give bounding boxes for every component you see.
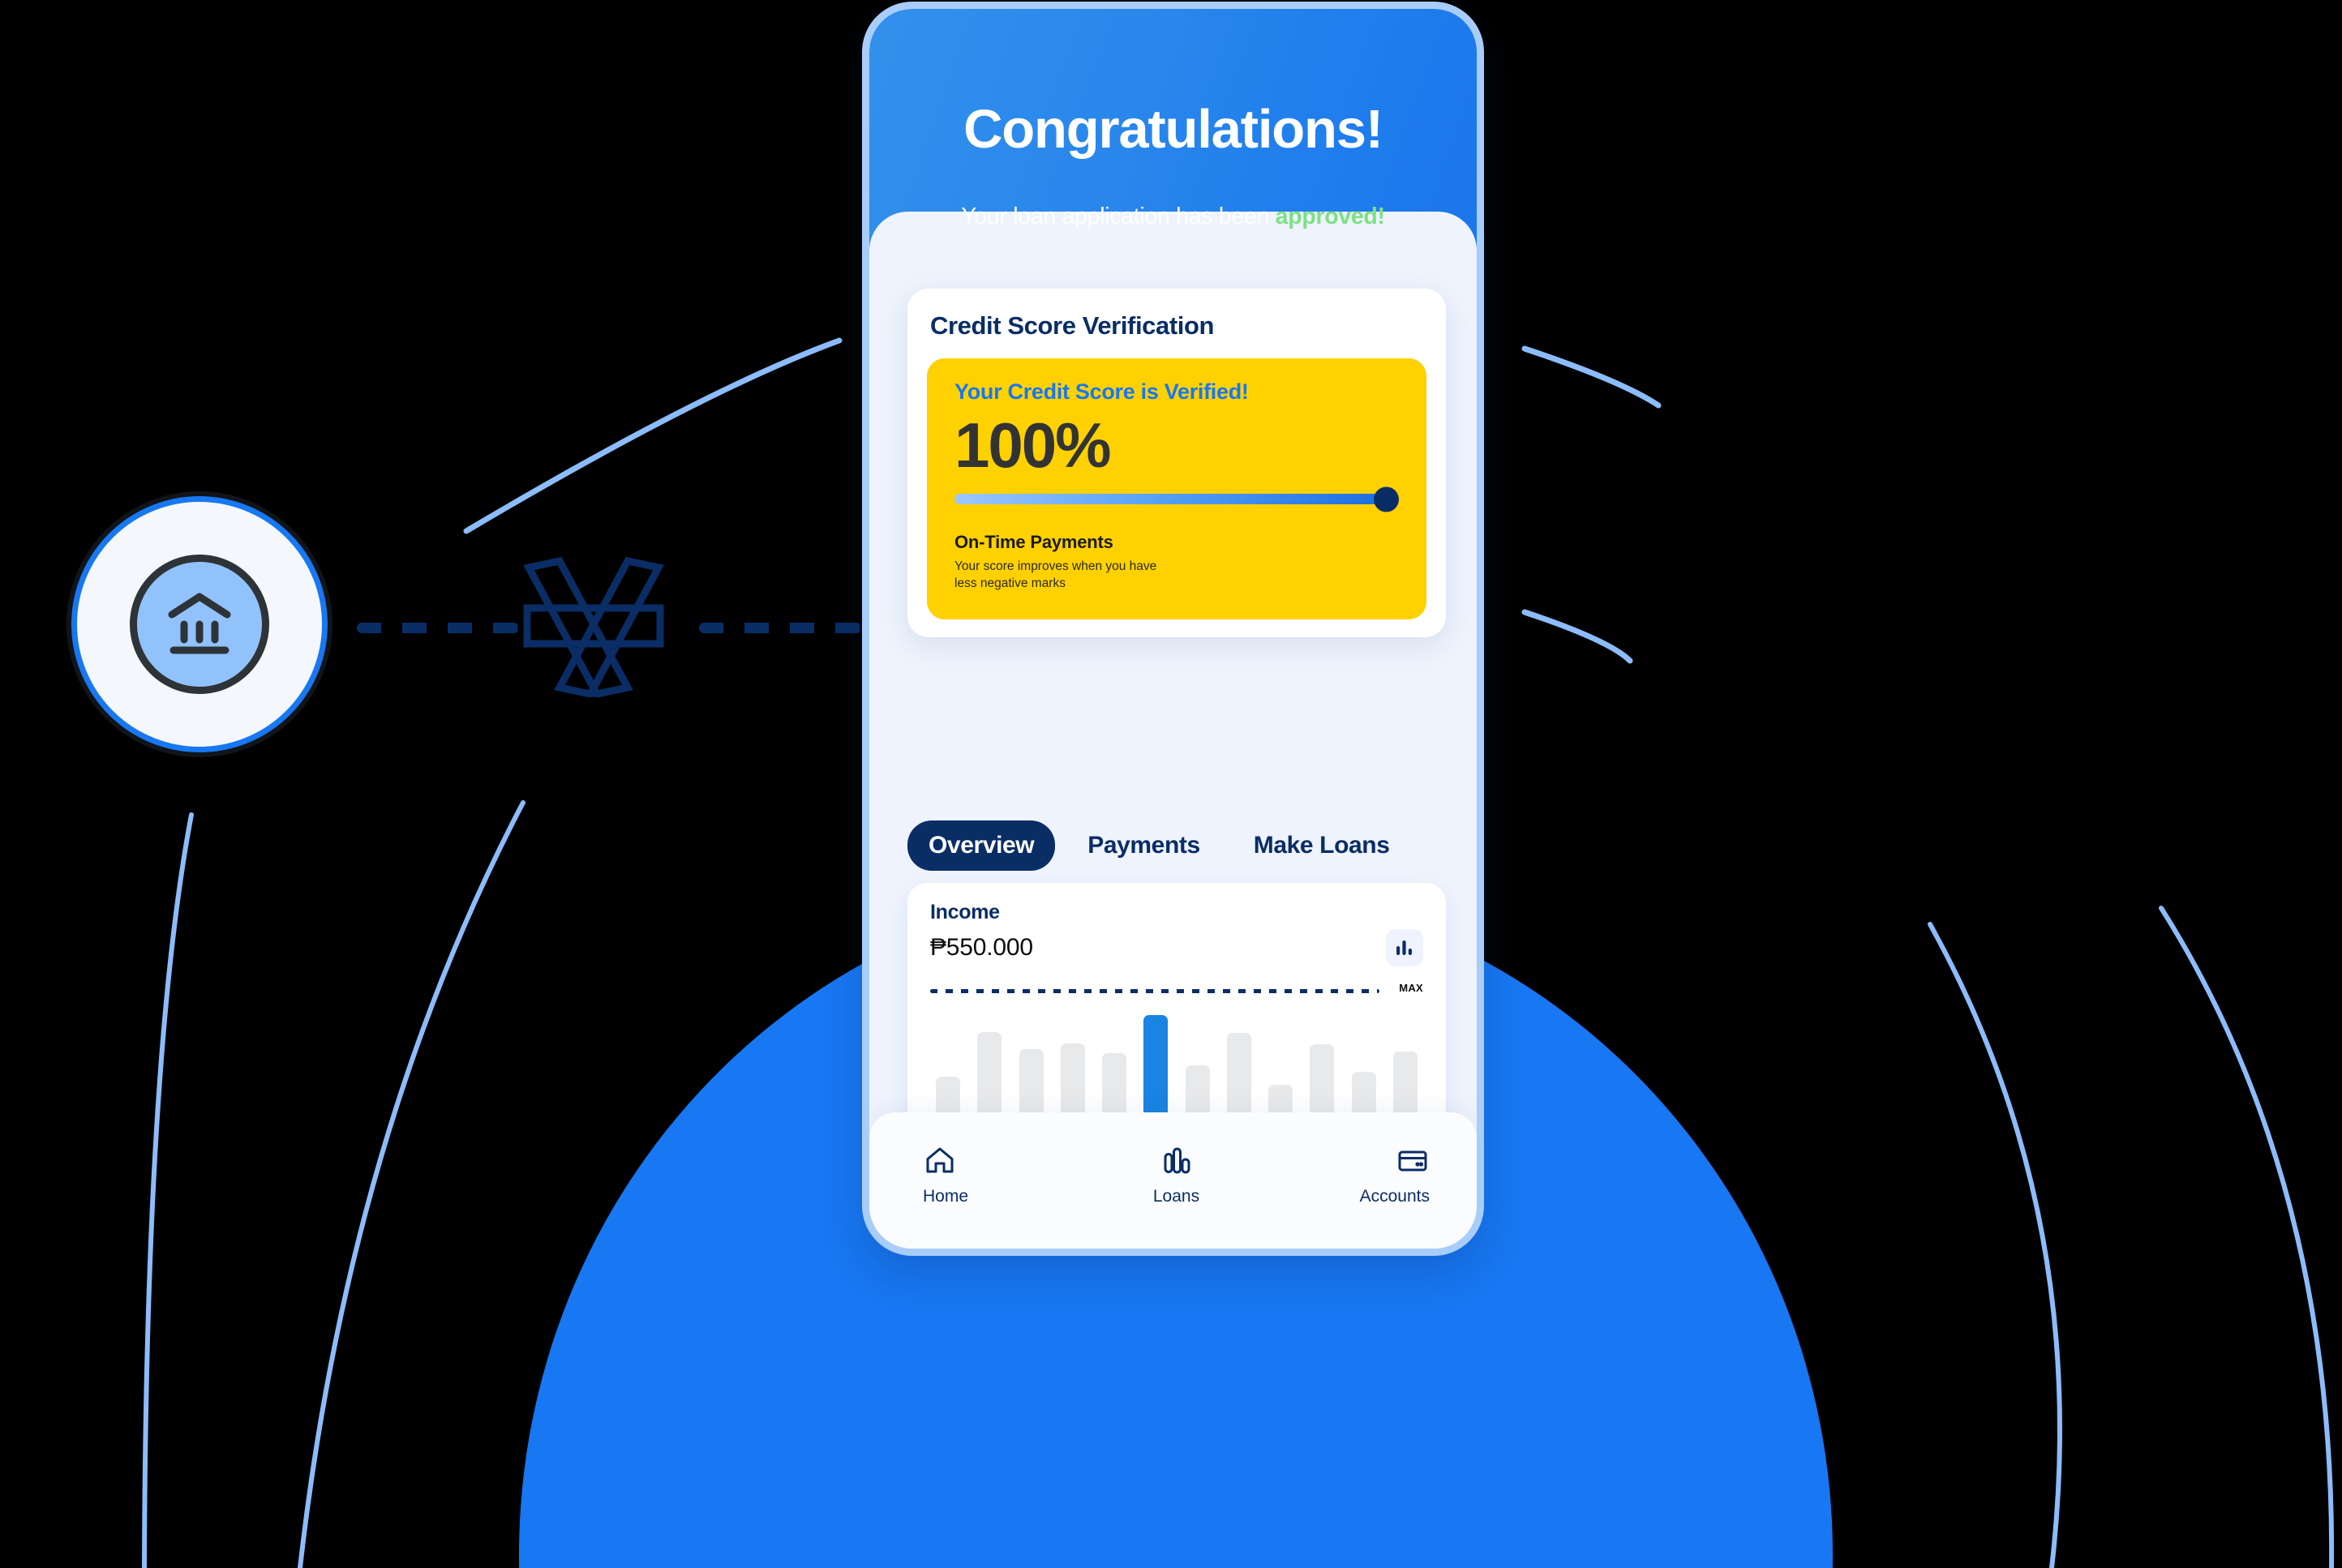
phone-frame: Congratulations! Your loan application h… <box>862 2 1484 1256</box>
bank-badge-inner <box>130 555 269 694</box>
chart-bar <box>1226 1033 1251 1116</box>
chart-bar <box>1310 1044 1335 1116</box>
phone-screen: Congratulations! Your loan application h… <box>869 9 1477 1249</box>
credit-score-slider-thumb[interactable] <box>1374 486 1399 512</box>
income-card: Income ₱550.000 MAX JanFebMarAprMa <box>907 883 1446 1150</box>
nav-label-accounts: Accounts <box>1359 1186 1430 1206</box>
chart-max-label: MAX <box>1399 982 1423 994</box>
asterisk-logo-icon <box>523 556 664 697</box>
bar-chart-icon <box>1396 940 1412 955</box>
chart-bar <box>1185 1065 1210 1116</box>
subtitle-approved-highlight: approved! <box>1275 203 1385 229</box>
page-subtitle: Your loan application has been approved! <box>869 203 1477 230</box>
credit-score-card: Credit Score Verification Your Credit Sc… <box>907 289 1446 638</box>
decor-arc-right-outer <box>2159 906 2335 1568</box>
chart-bar <box>1102 1053 1127 1116</box>
chart-bar <box>1392 1052 1418 1116</box>
income-chart-toggle-button[interactable] <box>1386 929 1423 966</box>
dashed-connector-line-left <box>357 623 519 633</box>
nav-item-accounts[interactable]: Accounts <box>1261 1144 1435 1206</box>
chart-bar <box>1060 1043 1085 1116</box>
subtitle-prefix: Your loan application has been <box>961 203 1276 229</box>
nav-label-home: Home <box>923 1186 969 1206</box>
decor-arc-mid-right <box>1521 609 1633 664</box>
credit-score-verified-text: Your Credit Score is Verified! <box>954 379 1249 404</box>
credit-score-panel: Your Credit Score is Verified! 100% On-T… <box>927 358 1426 620</box>
chart-bar <box>1351 1072 1376 1116</box>
tab-bar: Overview Payments Make Loans <box>907 820 1411 871</box>
credit-score-slider[interactable] <box>954 486 1399 512</box>
chart-bar <box>936 1077 960 1116</box>
decor-arc-top-left <box>463 337 843 534</box>
decor-arc-left-inner <box>142 812 194 1568</box>
chart-max-line <box>930 989 1379 993</box>
home-icon <box>926 1147 954 1172</box>
credit-score-card-title: Credit Score Verification <box>930 311 1215 340</box>
ontime-payments-description: Your score improves when you have less n… <box>954 559 1157 590</box>
decor-arc-top-right <box>1521 345 1662 409</box>
income-card-title: Income <box>930 901 1000 923</box>
bar-chart-icon <box>1164 1147 1190 1173</box>
tab-overview[interactable]: Overview <box>907 820 1056 871</box>
decor-arc-right-inner <box>1928 922 2062 1568</box>
dashed-connector-line-right <box>699 623 861 633</box>
income-amount-value: ₱550.000 <box>930 934 1033 961</box>
chart-bar <box>977 1032 1002 1116</box>
tab-payments[interactable]: Payments <box>1066 820 1221 871</box>
income-amount-row: ₱550.000 <box>930 929 1423 966</box>
ontime-payments-label: On-Time Payments <box>954 532 1113 553</box>
decor-arc-left-outer <box>298 800 525 1568</box>
nav-item-loans[interactable]: Loans <box>1092 1144 1260 1206</box>
bottom-navigation-bar: Home Loans Accounts <box>869 1112 1477 1249</box>
chart-bar <box>1019 1049 1044 1116</box>
chart-bar-highlighted <box>1143 1015 1169 1116</box>
credit-card-icon <box>1398 1150 1427 1171</box>
nav-item-home[interactable]: Home <box>911 1144 1092 1206</box>
bank-building-icon <box>168 593 231 654</box>
bank-badge <box>71 496 328 752</box>
page-title: Congratulations! <box>963 99 1383 160</box>
credit-score-percent: 100% <box>954 409 1112 481</box>
nav-label-loans: Loans <box>1152 1186 1200 1206</box>
tab-make-loans[interactable]: Make Loans <box>1233 820 1411 871</box>
